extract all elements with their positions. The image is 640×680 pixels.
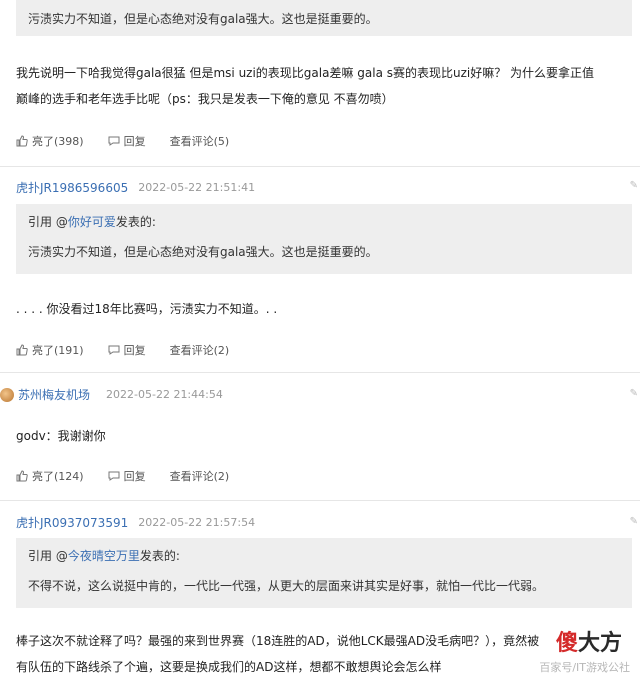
view-comments-link[interactable]: 查看评论(2) bbox=[170, 468, 230, 484]
view-comments-label: 查看评论(2) bbox=[169, 470, 230, 483]
comment-body: godv：我谢谢你 bbox=[16, 429, 106, 443]
reply-icon bbox=[108, 136, 120, 146]
edit-icon[interactable]: ✎ bbox=[630, 516, 638, 527]
comment-body: 棒子这次不就诠释了吗？最强的来到世界赛（18连胜的AD，说他LCK最强AD没毛病… bbox=[16, 628, 626, 680]
view-comments-label: 查看评论(2) bbox=[169, 344, 230, 357]
comment-header: 虎扑JR0937073591 2022-05-22 21:57:54 bbox=[16, 514, 255, 531]
quote-suffix: 发表的: bbox=[115, 215, 156, 229]
thumbs-up-icon bbox=[16, 344, 28, 356]
watermark-logo: 傻大方 bbox=[556, 625, 622, 657]
username-link[interactable]: 苏州梅友机场 bbox=[18, 386, 90, 403]
quote-text: 不得不说，这么说挺中肯的，一代比一代强，从更大的层面来讲其实是好事，就怕一代比一… bbox=[28, 579, 545, 593]
reply-label: 回复 bbox=[123, 135, 146, 148]
avatar[interactable] bbox=[0, 387, 14, 402]
comment-body-line: 巅峰的选手和老年选手比呢（ps：我只是发表一下俺的意见 不喜勿喷） bbox=[16, 92, 394, 106]
comment-actions: 亮了(191) 回复 查看评论(2) bbox=[16, 342, 229, 358]
like-button[interactable]: 亮了(124) bbox=[16, 468, 84, 484]
divider bbox=[0, 372, 640, 373]
divider bbox=[0, 500, 640, 501]
comment-body-line: 我先说明一下哈我觉得gala很猛 但是msi uzi的表现比gala差嘛 gal… bbox=[16, 66, 595, 80]
comment-body-line: 棒子这次不就诠释了吗？最强的来到世界赛（18连胜的AD，说他LCK最强AD没毛病… bbox=[16, 634, 540, 648]
reply-button[interactable]: 回复 bbox=[108, 468, 146, 484]
quote-prefix: 引用 @ bbox=[28, 215, 68, 229]
quote-box: 引用 @你好可爱发表的: 污渍实力不知道，但是心态绝对没有gala强大。这也是挺… bbox=[16, 204, 632, 274]
watermark-part2: 大方 bbox=[577, 631, 622, 656]
quote-prefix: 引用 @ bbox=[28, 549, 68, 563]
thumbs-up-icon bbox=[16, 470, 28, 482]
comment-header: 苏州梅友机场 2022-05-22 21:44:54 bbox=[0, 386, 223, 403]
quote-text: 污渍实力不知道，但是心态绝对没有gala强大。这也是挺重要的。 bbox=[28, 12, 378, 26]
quoted-user-link[interactable]: 你好可爱 bbox=[68, 215, 116, 229]
watermark-part1: 傻 bbox=[555, 631, 578, 656]
view-comments-link[interactable]: 查看评论(5) bbox=[170, 133, 230, 149]
comment-actions: 亮了(124) 回复 查看评论(2) bbox=[16, 468, 229, 484]
comment-body: 我先说明一下哈我觉得gala很猛 但是msi uzi的表现比gala差嘛 gal… bbox=[16, 60, 626, 112]
username-link[interactable]: 虎扑JR0937073591 bbox=[16, 514, 128, 531]
reply-label: 回复 bbox=[123, 344, 146, 357]
thumbs-up-icon bbox=[16, 135, 28, 147]
divider bbox=[0, 166, 640, 167]
quote-text: 污渍实力不知道，但是心态绝对没有gala强大。这也是挺重要的。 bbox=[28, 245, 378, 259]
timestamp: 2022-05-22 21:44:54 bbox=[106, 388, 223, 401]
timestamp: 2022-05-22 21:57:54 bbox=[138, 516, 256, 529]
reply-button[interactable]: 回复 bbox=[108, 342, 146, 358]
reply-icon bbox=[108, 471, 120, 481]
quote-box: 污渍实力不知道，但是心态绝对没有gala强大。这也是挺重要的。 bbox=[16, 0, 632, 36]
view-comments-label: 查看评论(5) bbox=[169, 135, 230, 148]
quote-suffix: 发表的: bbox=[139, 549, 180, 563]
like-count: 亮了(191) bbox=[32, 344, 84, 357]
username-link[interactable]: 虎扑JR1986596605 bbox=[16, 179, 128, 196]
like-button[interactable]: 亮了(191) bbox=[16, 342, 84, 358]
quote-header: 引用 @今夜晴空万里发表的: bbox=[28, 538, 620, 564]
edit-icon[interactable]: ✎ bbox=[630, 388, 638, 399]
edit-icon[interactable]: ✎ bbox=[630, 180, 638, 191]
comment-body-line: 有队伍的下路线杀了个遍，这要是换成我们的AD这样，想都不敢想舆论会怎么样 bbox=[16, 660, 442, 674]
quote-header: 引用 @你好可爱发表的: bbox=[28, 204, 620, 230]
reply-icon bbox=[108, 345, 120, 355]
comment-actions: 亮了(398) 回复 查看评论(5) bbox=[16, 133, 229, 149]
comment-header: 虎扑JR1986596605 2022-05-22 21:51:41 bbox=[16, 179, 255, 196]
like-button[interactable]: 亮了(398) bbox=[16, 133, 84, 149]
like-count: 亮了(124) bbox=[32, 470, 84, 483]
watermark-source: 百家号/IT游戏公社 bbox=[539, 661, 630, 674]
quoted-user-link[interactable]: 今夜晴空万里 bbox=[68, 549, 140, 563]
quote-box: 引用 @今夜晴空万里发表的: 不得不说，这么说挺中肯的，一代比一代强，从更大的层… bbox=[16, 538, 632, 608]
view-comments-link[interactable]: 查看评论(2) bbox=[170, 342, 230, 358]
timestamp: 2022-05-22 21:51:41 bbox=[138, 181, 256, 194]
comment-body: . . . . 你没看过18年比赛吗，污渍实力不知道。. . bbox=[16, 302, 278, 316]
like-count: 亮了(398) bbox=[32, 135, 84, 148]
reply-label: 回复 bbox=[123, 470, 146, 483]
reply-button[interactable]: 回复 bbox=[108, 133, 146, 149]
